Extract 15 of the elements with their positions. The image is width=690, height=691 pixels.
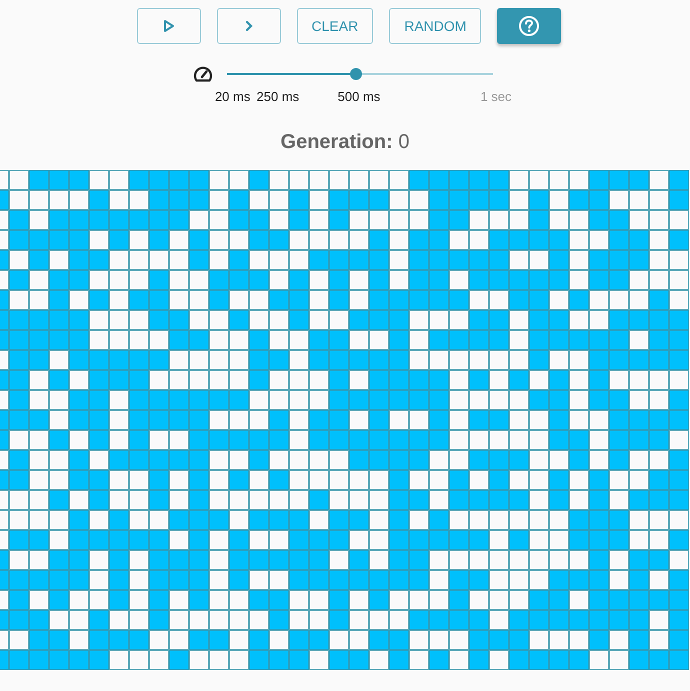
slider-thumb[interactable] <box>350 68 362 80</box>
step-button[interactable] <box>216 8 281 44</box>
play-icon <box>162 19 175 33</box>
help-icon <box>518 15 540 37</box>
chevron-right-icon <box>244 19 254 33</box>
help-button[interactable] <box>497 8 562 44</box>
play-button[interactable] <box>136 8 201 44</box>
text-button[interactable]: RANDOM <box>389 8 482 44</box>
slider-mark-label: 1 sec <box>480 89 512 104</box>
generation-counter: Generation: 0 <box>280 130 410 154</box>
slider-mark-label: 250 ms <box>256 89 300 104</box>
text-button[interactable]: CLEAR <box>296 8 374 44</box>
slider-mark-label: 20 ms <box>214 89 250 104</box>
slider-mark-label: 500 ms <box>338 89 380 104</box>
speedometer-icon <box>193 66 213 82</box>
